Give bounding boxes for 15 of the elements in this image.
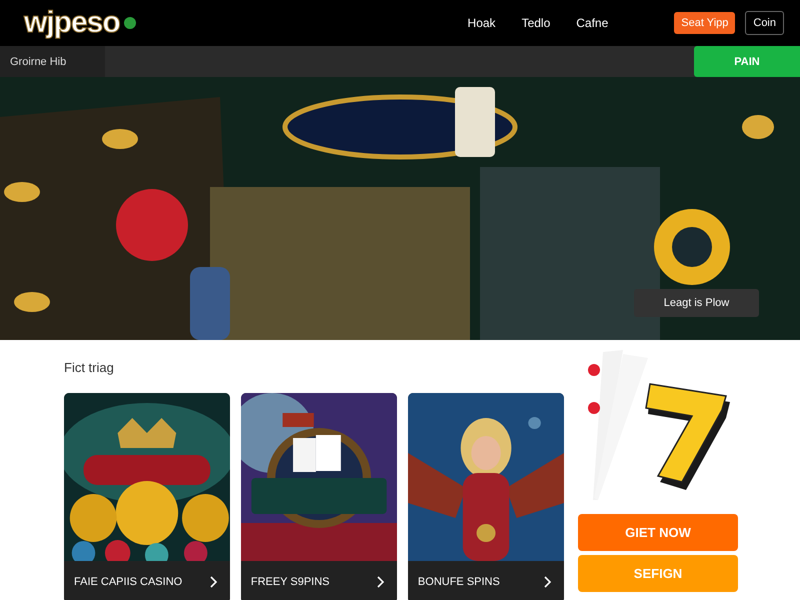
game-card[interactable]: BONUFE SPINS (408, 393, 564, 600)
chevron-icon (210, 576, 218, 588)
game-card[interactable]: FREEY S9PINS (240, 393, 397, 600)
nav-link[interactable]: Tedlo (522, 16, 550, 30)
chevron-icon (544, 576, 552, 588)
section-heading: Fict triag (64, 360, 115, 375)
nav-link[interactable]: Cafne (576, 16, 608, 30)
game-card[interactable]: FAIE CAPIIS CASINO (64, 393, 230, 600)
header-button[interactable]: Coin (745, 11, 784, 35)
logo[interactable]: wjpeso (24, 6, 120, 40)
chevron-icon (376, 576, 385, 588)
circle-icon (122, 16, 137, 30)
play-button[interactable]: Leagt is Plow (634, 289, 759, 317)
nav-link[interactable]: Hoak (468, 16, 496, 30)
subbar-title: Groirne Hib (0, 46, 105, 77)
